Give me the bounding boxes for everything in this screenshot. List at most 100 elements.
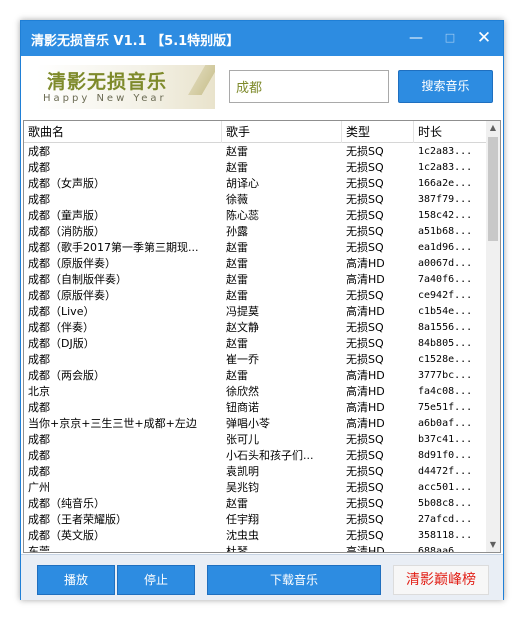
table-row[interactable]: 东莞 杜琴 高清HD 688aa6... — [24, 544, 486, 553]
table-row[interactable]: 成都 徐薇 无损SQ 387f79... — [24, 192, 486, 208]
artist-cell: 赵雷 — [226, 257, 248, 270]
song-name-cell: 成都（原版伴奏） — [28, 257, 116, 270]
footer-bar: 播放 停止 下载音乐 清影巅峰榜 — [21, 554, 503, 600]
song-name-cell: 成都（英文版） — [28, 529, 105, 542]
song-name-cell: 成都 — [28, 433, 50, 446]
type-cell: 无损SQ — [346, 161, 384, 174]
song-name-cell: 当你+京京+三生三世+成都+左边 — [28, 417, 197, 430]
column-header-duration[interactable]: 时长 — [414, 121, 486, 143]
song-name-cell: 成都 — [28, 401, 50, 414]
table-row[interactable]: 成都 小石头和孩子们... 无损SQ 8d91f0... — [24, 448, 486, 464]
duration-cell: ea1d96... — [418, 242, 473, 253]
song-name-cell: 东莞 — [28, 545, 50, 553]
type-cell: 高清HD — [346, 401, 385, 414]
table-row[interactable]: 成都（原版伴奏） 赵雷 无损SQ ce942f... — [24, 288, 486, 304]
duration-cell: a6b0af... — [418, 418, 473, 429]
top-chart-button[interactable]: 清影巅峰榜 — [393, 565, 489, 595]
duration-cell: 3777bc... — [418, 370, 473, 381]
song-name-cell: 广州 — [28, 481, 50, 494]
vertical-scrollbar[interactable]: ▲ ▼ — [486, 121, 500, 552]
logo-decoration — [187, 65, 215, 95]
song-name-cell: 成都（歌手2017第一季第三期现... — [28, 241, 199, 254]
duration-cell: 1c2a83... — [418, 146, 473, 157]
song-name-cell: 成都（两会版） — [28, 369, 105, 382]
artist-cell: 张可儿 — [226, 433, 259, 446]
title-bar[interactable]: 清影无损音乐 V1.1 【5.1特别版】 — □ ✕ — [21, 21, 503, 56]
download-button[interactable]: 下载音乐 — [207, 565, 381, 595]
duration-cell: 166a2e... — [418, 178, 473, 189]
artist-cell: 冯提莫 — [226, 305, 259, 318]
column-header-song-name[interactable]: 歌曲名 — [24, 121, 222, 143]
table-row[interactable]: 成都（女声版） 胡译心 无损SQ 166a2e... — [24, 176, 486, 192]
type-cell: 无损SQ — [346, 353, 384, 366]
table-row[interactable]: 成都（纯音乐） 赵雷 无损SQ 5b08c8... — [24, 496, 486, 512]
table-row[interactable]: 成都（英文版） 沈虫虫 无损SQ 358118... — [24, 528, 486, 544]
table-row[interactable]: 成都 张可儿 无损SQ b37c41... — [24, 432, 486, 448]
play-button[interactable]: 播放 — [37, 565, 115, 595]
duration-cell: 7a40f6... — [418, 274, 473, 285]
scrollbar-thumb[interactable] — [488, 137, 498, 241]
artist-cell: 崔一乔 — [226, 353, 259, 366]
artist-cell: 沈虫虫 — [226, 529, 259, 542]
artist-cell: 陈心蕊 — [226, 209, 259, 222]
table-row[interactable]: 成都 钮商诺 高清HD 75e51f... — [24, 400, 486, 416]
table-row[interactable]: 成都 赵雷 无损SQ 1c2a83... — [24, 144, 486, 160]
duration-cell: 27afcd... — [418, 514, 473, 525]
artist-cell: 赵文静 — [226, 321, 259, 334]
table-row[interactable]: 成都 崔一乔 无损SQ c1528e... — [24, 352, 486, 368]
table-row[interactable]: 当你+京京+三生三世+成都+左边 弹唱小苓 高清HD a6b0af... — [24, 416, 486, 432]
duration-cell: 8a1556... — [418, 322, 473, 333]
table-row[interactable]: 广州 吴兆钧 无损SQ acc501... — [24, 480, 486, 496]
table-row[interactable]: 成都（原版伴奏） 赵雷 高清HD a0067d... — [24, 256, 486, 272]
table-row[interactable]: 成都（伴奏） 赵文静 无损SQ 8a1556... — [24, 320, 486, 336]
artist-cell: 赵雷 — [226, 289, 248, 302]
maximize-button[interactable]: □ — [435, 25, 465, 51]
column-header-artist[interactable]: 歌手 — [222, 121, 342, 143]
close-button[interactable]: ✕ — [469, 25, 499, 51]
artist-cell: 袁凯明 — [226, 465, 259, 478]
scroll-down-arrow-icon[interactable]: ▼ — [486, 538, 500, 552]
table-row[interactable]: 成都（自制版伴奏） 赵雷 高清HD 7a40f6... — [24, 272, 486, 288]
table-row[interactable]: 成都（消防版） 孙露 无损SQ a51b68... — [24, 224, 486, 240]
type-cell: 无损SQ — [346, 513, 384, 526]
search-input[interactable] — [229, 70, 389, 103]
song-name-cell: 北京 — [28, 385, 50, 398]
table-row[interactable]: 成都（王者荣耀版） 任宇翔 无损SQ 27afcd... — [24, 512, 486, 528]
artist-cell: 胡译心 — [226, 177, 259, 190]
column-header-type[interactable]: 类型 — [342, 121, 414, 143]
scroll-up-arrow-icon[interactable]: ▲ — [486, 121, 500, 135]
table-row[interactable]: 成都 赵雷 无损SQ 1c2a83... — [24, 160, 486, 176]
duration-cell: acc501... — [418, 482, 473, 493]
table-row[interactable]: 成都（歌手2017第一季第三期现... 赵雷 无损SQ ea1d96... — [24, 240, 486, 256]
type-cell: 高清HD — [346, 369, 385, 382]
type-cell: 无损SQ — [346, 337, 384, 350]
logo-main-text: 清影无损音乐 — [47, 71, 168, 93]
duration-cell: 358118... — [418, 530, 473, 541]
table-row[interactable]: 成都（童声版） 陈心蕊 无损SQ 158c42... — [24, 208, 486, 224]
search-button[interactable]: 搜索音乐 — [398, 70, 493, 103]
type-cell: 高清HD — [346, 273, 385, 286]
table-row[interactable]: 北京 徐欣然 高清HD fa4c08... — [24, 384, 486, 400]
minimize-button[interactable]: — — [401, 25, 431, 51]
table-row[interactable]: 成都（Live） 冯提莫 高清HD c1b54e... — [24, 304, 486, 320]
song-name-cell: 成都（女声版） — [28, 177, 105, 190]
duration-cell: b37c41... — [418, 434, 473, 445]
table-row[interactable]: 成都 袁凯明 无损SQ d4472f... — [24, 464, 486, 480]
song-name-cell: 成都 — [28, 193, 50, 206]
duration-cell: 688aa6... — [418, 546, 473, 553]
duration-cell: 75e51f... — [418, 402, 473, 413]
artist-cell: 赵雷 — [226, 273, 248, 286]
song-list[interactable]: 歌曲名 歌手 类型 时长 成都 赵雷 无损SQ 1c2a83... 成都 赵雷 无损SQ 1c… — [23, 120, 501, 553]
artist-cell: 赵雷 — [226, 241, 248, 254]
stop-button[interactable]: 停止 — [117, 565, 195, 595]
type-cell: 无损SQ — [346, 241, 384, 254]
duration-cell: fa4c08... — [418, 386, 473, 397]
song-name-cell: 成都（纯音乐） — [28, 497, 105, 510]
table-row[interactable]: 成都（两会版） 赵雷 高清HD 3777bc... — [24, 368, 486, 384]
table-row[interactable]: 成都（DJ版） 赵雷 无损SQ 84b805... — [24, 336, 486, 352]
artist-cell: 任宇翔 — [226, 513, 259, 526]
type-cell: 无损SQ — [346, 209, 384, 222]
type-cell: 无损SQ — [346, 321, 384, 334]
type-cell: 无损SQ — [346, 449, 384, 462]
type-cell: 无损SQ — [346, 497, 384, 510]
